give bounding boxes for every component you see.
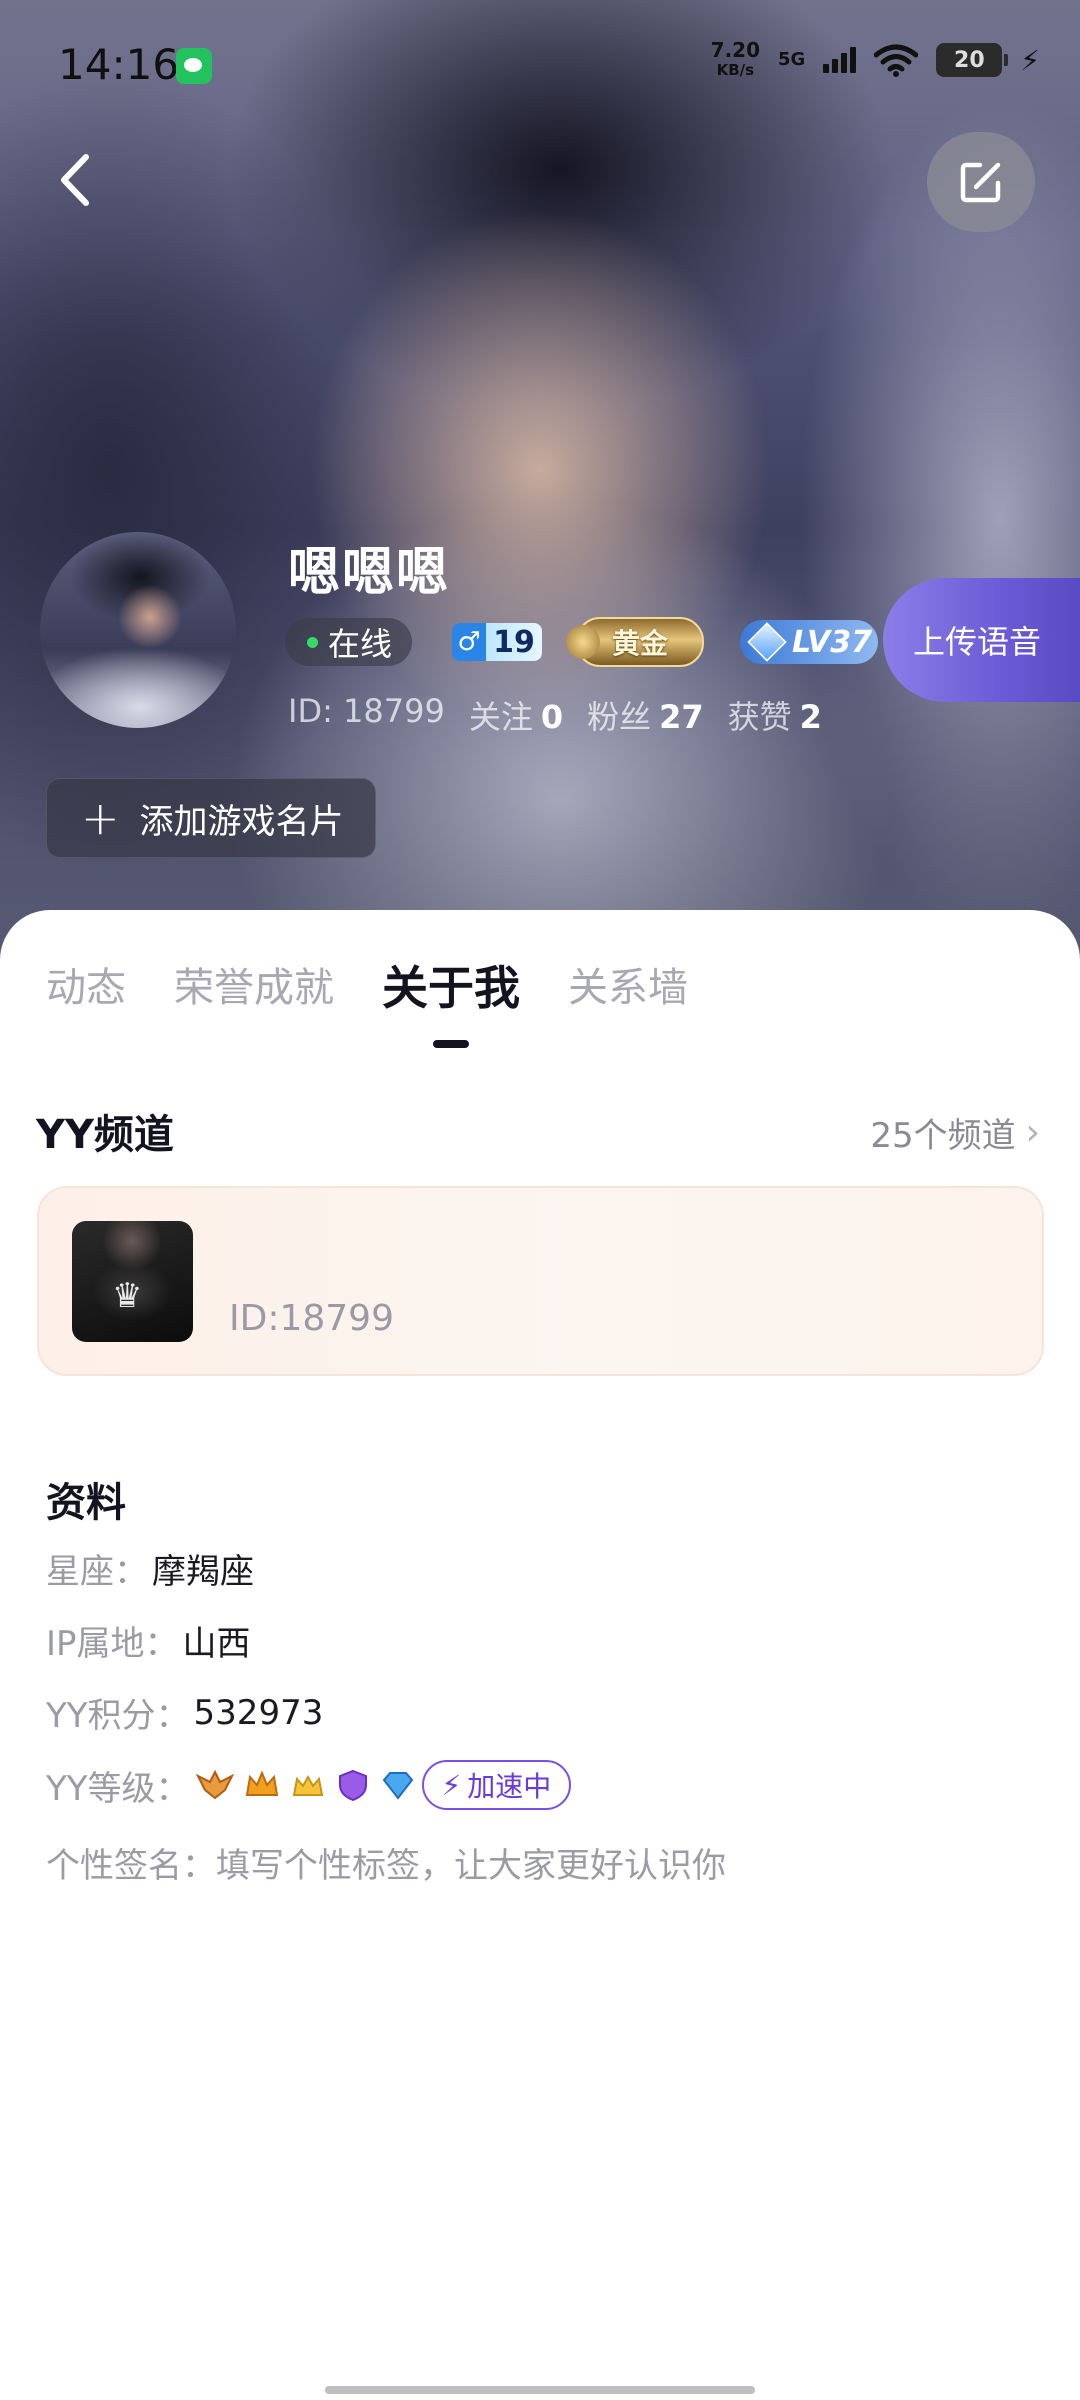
home-indicator[interactable] [325, 2386, 755, 2394]
following-count: 0 [540, 698, 564, 736]
constellation-label: 星座： [46, 1552, 148, 1592]
upload-voice-button[interactable]: 上传语音 [883, 578, 1080, 702]
network-speed: 7.20 KB/s [711, 40, 760, 80]
charging-icon: ⚡ [1020, 43, 1040, 77]
diamond-icon [747, 622, 787, 662]
channel-id: ID:18799 [229, 1298, 394, 1339]
status-bar: 14:16 7.20 KB/s 5G 20 ⚡ [0, 0, 1080, 130]
username: 嗯嗯嗯 [288, 543, 451, 603]
back-button[interactable] [40, 145, 110, 215]
shield-icon [338, 1769, 367, 1802]
likes-label: 获赞 [727, 698, 792, 736]
eagle-icon [195, 1769, 234, 1800]
ip-location-row: IP属地： 山西 [46, 1616, 251, 1665]
bolt-icon: ⚡ [441, 1768, 462, 1802]
chevron-right-icon: › [1025, 1112, 1040, 1153]
edit-icon [960, 162, 1001, 203]
constellation-row: 星座： 摩羯座 [46, 1544, 254, 1593]
age-value: 19 [486, 623, 543, 661]
upload-voice-label: 上传语音 [913, 623, 1042, 661]
channels-title: YY频道 [36, 1112, 174, 1158]
tab-relationship-wall[interactable]: 关系墙 [568, 958, 688, 1018]
likes-count: 2 [799, 698, 822, 736]
edit-profile-button[interactable] [927, 132, 1035, 232]
ip-location-label: IP属地： [46, 1624, 179, 1664]
level-icons[interactable] [195, 1768, 416, 1802]
signature-label: 个性签名： [46, 1846, 216, 1886]
speed-up-label: 加速中 [467, 1770, 552, 1803]
profile-stats: ID: 18799 关注 0 粉丝 27 获赞 2 [288, 692, 822, 738]
signature-row[interactable]: 个性签名： 填写个性标签，让大家更好认识你 [46, 1838, 726, 1887]
followers-label: 粉丝 [587, 698, 652, 736]
battery-level: 20 [954, 47, 985, 73]
yy-points-row: YY积分： 532973 [46, 1688, 323, 1737]
channel-card[interactable]: ♛ ID:18799 [37, 1186, 1044, 1376]
gender-age-badge: ♂ 19 [452, 623, 543, 661]
profile-header-background: 14:16 7.20 KB/s 5G 20 ⚡ 嗯嗯嗯 在线 ♂ 19 黄金 L… [0, 0, 1080, 960]
crown-icon: ♛ [112, 1276, 143, 1316]
online-status-badge: 在线 [285, 618, 413, 666]
male-icon: ♂ [452, 623, 487, 661]
small-crown-icon [292, 1774, 323, 1796]
user-id-label: ID: [288, 692, 333, 730]
rank-badge-label: 黄金 [612, 627, 669, 660]
likes-stat[interactable]: 获赞 2 [728, 692, 822, 738]
plus-icon: + [81, 791, 120, 845]
speed-up-badge[interactable]: ⚡ 加速中 [421, 1760, 572, 1810]
signal-type: 5G [778, 49, 806, 70]
channel-count-label: 25个频道 [870, 1116, 1016, 1156]
status-time: 14:16 [58, 40, 180, 89]
channels-more-link[interactable]: 25个频道 › [870, 1108, 1040, 1157]
ip-location-value: 山西 [182, 1624, 251, 1664]
yy-level-label: YY等级： [46, 1768, 190, 1809]
online-status-label: 在线 [328, 625, 393, 663]
profile-badges: 在线 ♂ 19 黄金 LV37 [285, 616, 879, 668]
avatar[interactable] [40, 532, 236, 728]
wechat-notification-icon [176, 48, 212, 84]
online-dot-icon [307, 636, 318, 648]
network-speed-value: 7.20 [710, 38, 761, 62]
following-label: 关注 [468, 698, 533, 736]
user-id: ID: 18799 [288, 692, 445, 738]
tab-achievements[interactable]: 荣誉成就 [174, 958, 334, 1018]
level-badge[interactable]: LV37 [740, 620, 879, 664]
following-stat[interactable]: 关注 0 [469, 692, 563, 738]
followers-stat[interactable]: 粉丝 27 [587, 692, 704, 738]
diamond-icon [382, 1772, 413, 1800]
user-id-value: 18799 [343, 692, 445, 730]
yy-level-row: YY等级： ⚡ 加速中 [46, 1760, 572, 1810]
wifi-icon [874, 44, 919, 77]
network-speed-unit: KB/s [716, 61, 755, 79]
profile-content-sheet: 动态 荣誉成就 关于我 关系墙 YY频道 25个频道 › ♛ ID:18799 … [0, 910, 1080, 2400]
signal-bars-icon [823, 47, 857, 73]
tab-about-me[interactable]: 关于我 [382, 958, 520, 1048]
profile-tabs: 动态 荣誉成就 关于我 关系墙 [46, 958, 736, 1048]
yy-points-value: 532973 [193, 1692, 324, 1733]
tab-moments[interactable]: 动态 [46, 958, 126, 1018]
followers-count: 27 [659, 698, 704, 736]
level-badge-label: LV37 [792, 624, 872, 660]
constellation-value: 摩羯座 [152, 1552, 254, 1592]
add-game-card-label: 添加游戏名片 [139, 801, 344, 842]
channel-thumbnail: ♛ [72, 1221, 193, 1342]
add-game-card-button[interactable]: + 添加游戏名片 [46, 778, 376, 858]
yy-points-label: YY积分： [46, 1696, 190, 1736]
profile-info-title: 资料 [46, 1480, 126, 1526]
battery-icon: 20 [936, 43, 1009, 77]
status-indicators: 7.20 KB/s 5G 20 ⚡ [711, 40, 1040, 80]
crown-icon [245, 1770, 278, 1796]
rank-badge[interactable]: 黄金 [566, 617, 705, 667]
signature-placeholder: 填写个性标签，让大家更好认识你 [216, 1846, 726, 1886]
chevron-left-icon [61, 154, 89, 206]
